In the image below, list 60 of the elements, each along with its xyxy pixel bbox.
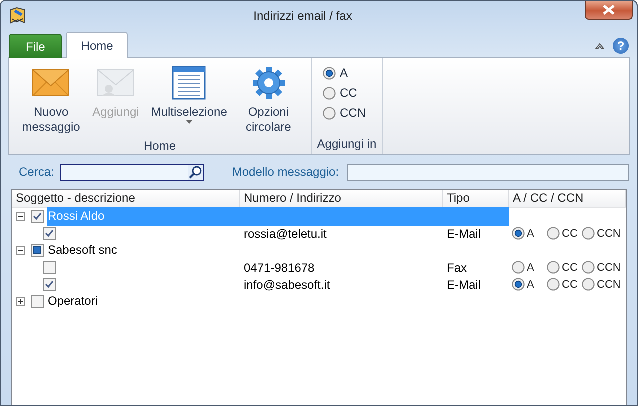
radio-button[interactable]	[512, 227, 525, 240]
checkbox[interactable]	[31, 244, 44, 257]
expand-icon[interactable]	[16, 297, 25, 306]
address-cell-text: rossia@teletu.it	[243, 226, 328, 242]
ribbon-tab[interactable]: Home	[66, 32, 128, 58]
column-header[interactable]: A / CC / CCN	[509, 190, 626, 207]
checkbox[interactable]	[31, 210, 44, 223]
radio-button[interactable]	[323, 86, 336, 100]
checkbox[interactable]	[43, 227, 56, 240]
address-cell-text: info@sabesoft.it	[243, 276, 332, 293]
ribbon-button[interactable]: Opzioni circolare	[234, 61, 303, 139]
radio-label: A	[527, 278, 534, 290]
template-label: Modello messaggio:	[232, 165, 340, 179]
radio-button[interactable]	[547, 261, 560, 274]
address-cell-text: 0471-981678	[243, 260, 316, 276]
radio-label: CC	[562, 228, 578, 240]
radio-label: A	[527, 228, 534, 240]
radio-label: CCN	[597, 278, 621, 290]
group-label: Aggiungi in	[316, 137, 378, 153]
radio-button[interactable]	[512, 278, 525, 291]
radio-button[interactable]	[323, 106, 336, 120]
search-icon	[188, 164, 204, 180]
ribbon-button[interactable]: Nuovo messaggio	[17, 61, 86, 139]
collapse-icon[interactable]	[16, 212, 25, 221]
radio-label: CC	[562, 278, 578, 290]
checkbox[interactable]	[43, 278, 56, 291]
radio-label: CCN	[597, 262, 621, 274]
radio-button[interactable]	[512, 261, 525, 274]
template-field[interactable]	[347, 164, 629, 180]
collapse-ribbon-icon	[595, 42, 605, 50]
close-icon	[603, 5, 615, 15]
radio-button[interactable]	[547, 227, 560, 240]
radio-label: A	[340, 66, 348, 80]
close-button[interactable]	[585, 1, 633, 20]
group-label: Home	[142, 139, 177, 154]
collapse-icon[interactable]	[16, 246, 25, 255]
type-cell-text: E-Mail	[446, 276, 482, 293]
radio-button[interactable]	[582, 261, 595, 274]
radio-button[interactable]	[547, 278, 560, 291]
ribbon-tab[interactable]: File	[9, 34, 62, 58]
ribbon-button[interactable]: Multiselezione	[146, 61, 232, 139]
radio-label: CC	[562, 262, 578, 274]
group-name[interactable]: Operatori	[47, 292, 509, 311]
radio-label: A	[527, 262, 534, 274]
radio-label: CCN	[340, 106, 366, 120]
radio-button[interactable]	[582, 227, 595, 240]
app-icon	[9, 6, 27, 24]
checkbox[interactable]	[43, 261, 56, 274]
radio-label: CCN	[597, 228, 621, 240]
type-cell-text: Fax	[446, 260, 468, 276]
search-field[interactable]	[60, 164, 204, 180]
list-window-icon	[170, 65, 208, 101]
checkbox[interactable]	[31, 295, 44, 308]
radio-label: CC	[340, 86, 358, 100]
type-cell-text: E-Mail	[446, 226, 482, 242]
window-title: Indirizzi email / fax	[252, 8, 354, 22]
group-name[interactable]: Sabesoft snc	[47, 241, 509, 260]
radio-button[interactable]	[582, 278, 595, 291]
search-label: Cerca:	[19, 165, 54, 179]
radio-button[interactable]	[323, 66, 336, 80]
